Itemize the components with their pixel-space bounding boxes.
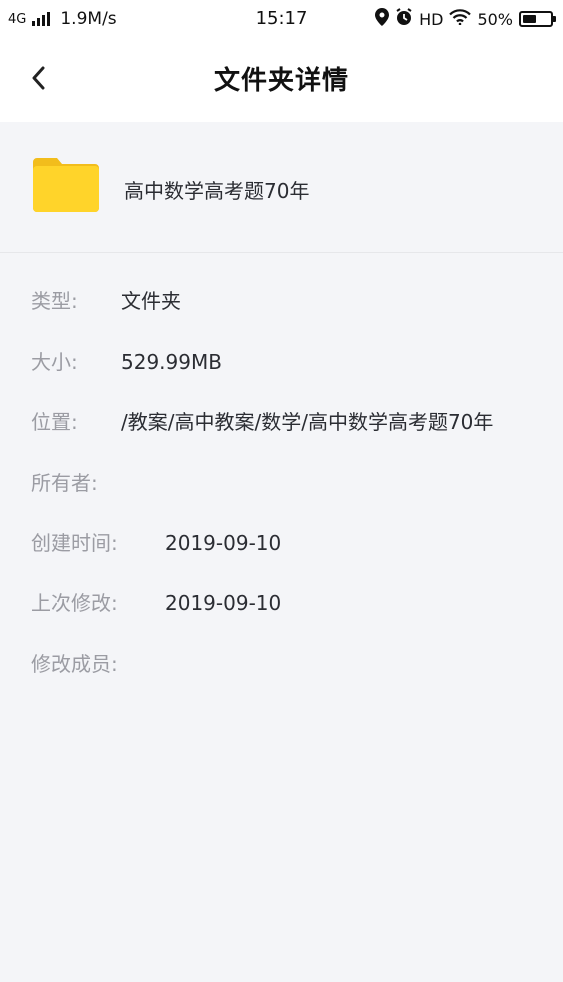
detail-row-modifier: 修改成员: (0, 644, 563, 684)
nav-bar: 文件夹详情 (0, 38, 563, 122)
detail-value: 2019-09-10 (165, 591, 282, 615)
detail-label: 所有者: (31, 471, 98, 495)
detail-label: 修改成员: (31, 652, 118, 676)
folder-name: 高中数学高考题70年 (124, 179, 310, 203)
folder-icon (31, 156, 101, 216)
detail-row-type: 类型: 文件夹 (0, 281, 563, 321)
detail-value: 529.99MB (121, 350, 222, 374)
detail-row-modified: 上次修改: 2019-09-10 (0, 583, 563, 623)
battery-percent: 50% (477, 9, 513, 29)
detail-label: 上次修改: (31, 591, 118, 615)
detail-label: 创建时间: (31, 531, 118, 555)
status-bar: 4G 1.9M/s 15:17 HD 50% (0, 0, 563, 38)
folder-header: 高中数学高考题70年 (0, 122, 563, 253)
detail-label: 大小: (31, 350, 78, 374)
detail-label: 位置: (31, 410, 78, 434)
detail-row-owner: 所有者: (0, 463, 563, 503)
location-icon (375, 8, 390, 30)
battery-icon (519, 11, 556, 27)
detail-label: 类型: (31, 289, 78, 313)
hd-indicator: HD (419, 9, 444, 29)
status-right: HD 50% (375, 8, 556, 30)
page-title: 文件夹详情 (213, 66, 349, 96)
detail-row-location: 位置: /教案/高中教案/数学/高中数学高考题70年 (0, 402, 563, 442)
battery-fill (523, 15, 536, 23)
detail-row-created: 创建时间: 2019-09-10 (0, 523, 563, 563)
detail-value: 文件夹 (121, 289, 181, 313)
wifi-icon (449, 9, 472, 29)
detail-value: /教案/高中教案/数学/高中数学高考题70年 (121, 410, 494, 434)
alarm-icon (395, 8, 413, 30)
detail-row-size: 大小: 529.99MB (0, 342, 563, 382)
detail-value: 2019-09-10 (165, 531, 282, 555)
